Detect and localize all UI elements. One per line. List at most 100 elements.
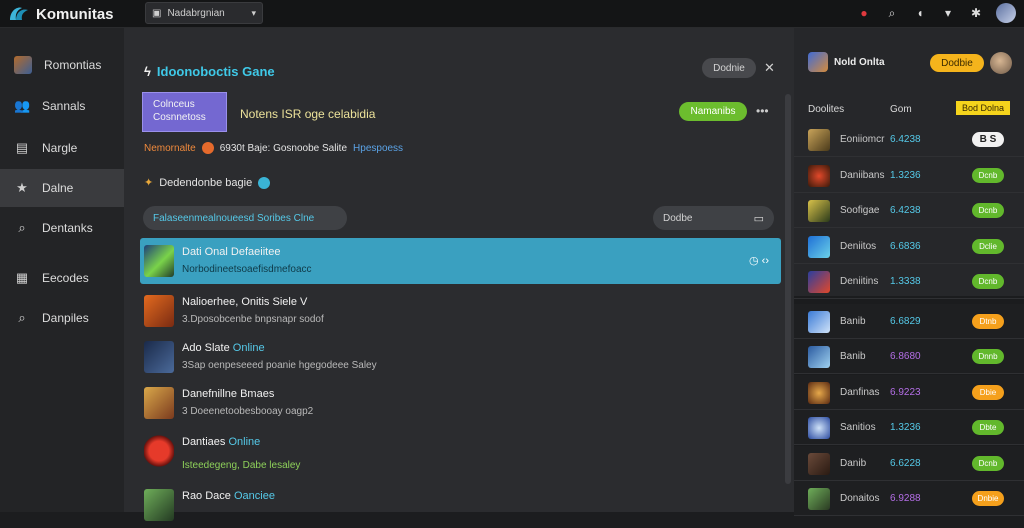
list-item[interactable]: Rao Dace Oanciee [140, 482, 781, 528]
leaderboard-row[interactable]: Soofigae 6.4238 Dcnb [794, 193, 1024, 228]
workspace-select-label: Nadabrgnian [167, 7, 225, 19]
meta-label: Nemornalte [144, 142, 196, 154]
leaderboard-row[interactable]: Donaitos 6.9288 Dnbie [794, 481, 1024, 516]
right-panel: Nold Onlta Dodbie Doolites Gom Bod Dolna… [794, 28, 1024, 516]
leaderboard-row[interactable]: Banib 6.6829 Dtnb [794, 303, 1024, 339]
player-name: Banib [840, 315, 866, 327]
page-title: ϟ Idoonoboctis Gane [144, 64, 275, 79]
highlight-card[interactable]: Colnceus Cosnnetoss [142, 92, 227, 132]
right-panel-title: Nold Onlta [834, 57, 885, 68]
sidebar-item-dentanks[interactable]: ⌕ Dentanks [0, 209, 124, 247]
row-action-button[interactable]: Dcnb [972, 274, 1004, 289]
users-icon: 👥 [14, 98, 31, 113]
dismiss-pill-button[interactable]: Dodnie [702, 58, 756, 78]
list-item-subtitle: 3Sap oenpeseeed poanie hgegodeee Saley [182, 360, 377, 371]
player-name: Donaitos [840, 493, 880, 504]
row-action-button[interactable]: Dbte [972, 420, 1004, 435]
player-score: 1.3236 [890, 422, 921, 433]
scrollbar[interactable] [785, 94, 791, 484]
player-name: Danfinas [840, 386, 880, 398]
leaderboard-row[interactable]: Eoniiomcr 6.4238 B S [794, 122, 1024, 157]
search-icon[interactable]: ⌕ [884, 6, 900, 21]
list-item[interactable]: Nalioerhee, Onitis Siele V 3.Dposobcenbe… [140, 288, 781, 334]
game-thumbnail [144, 387, 174, 419]
app-title: Komunitas [36, 5, 114, 23]
player-score: 6.6829 [890, 315, 921, 327]
chevron-down-icon[interactable]: ▾ [940, 6, 956, 20]
row-action-button[interactable]: Dbie [972, 384, 1004, 400]
workspace-select[interactable]: ▣ Nadabrgnian ▾ [145, 2, 263, 24]
status-icon[interactable]: ◖ [912, 6, 928, 20]
meta-detail: 6930t Baje: Gosnoobe Salite [219, 142, 348, 154]
player-thumbnail [808, 310, 830, 333]
window-icon: ▣ [152, 7, 162, 19]
sidebar-item-romontias[interactable]: Romontias [0, 46, 124, 84]
row-action-button[interactable]: Dcnb [972, 203, 1004, 218]
meta-link[interactable]: Hpespoess [353, 143, 403, 154]
row-action-button[interactable]: B S [972, 132, 1004, 147]
column-header-highlight[interactable]: Bod Dolna [956, 101, 1011, 115]
bolt-icon: ϟ [144, 64, 151, 79]
list-item[interactable]: Dati Onal Defaeiitee Norbodineetsoaefisd… [140, 238, 781, 284]
more-icon[interactable]: ••• [756, 104, 769, 118]
filter-pill[interactable]: Dodbe ▭ [653, 206, 774, 230]
online-status: Oanciee [233, 490, 275, 502]
sidebar-item-sannals[interactable]: 👥 Sannals [0, 87, 124, 125]
player-thumbnail [808, 129, 830, 151]
list-item[interactable]: Danefnillne Bmaes 3 Doeenetoobesbooay oa… [140, 380, 781, 426]
chevron-down-icon: ▾ [251, 7, 256, 18]
game-thumbnail [144, 489, 174, 521]
leaderboard-row[interactable]: Deniitos 6.6836 Dclie [794, 229, 1024, 264]
row-action-button[interactable]: Dcnb [972, 167, 1004, 183]
leaderboard-row[interactable]: Sanitios 1.3236 Dbte [794, 410, 1024, 445]
player-score: 6.4238 [890, 134, 921, 145]
sidebar-item-nargle[interactable]: ▤ Nargle [0, 129, 124, 167]
action-button[interactable]: Namanibs [679, 102, 747, 121]
profile-avatar[interactable] [990, 52, 1012, 74]
player-score: 6.4238 [890, 205, 921, 216]
row-action-button[interactable]: Dclie [972, 238, 1004, 254]
list-item-subtitle: 3.Dposobcenbe bnpsnapr sodof [182, 314, 324, 325]
sidebar: Romontias 👥 Sannals ▤ Nargle ★ Dalne ⌕ D… [0, 28, 124, 512]
avatar-icon [14, 56, 32, 74]
join-button[interactable]: Dodbie [930, 54, 984, 72]
main-panel: ϟ Idoonoboctis Gane Dodnie ✕ Colnceus Co… [124, 28, 794, 521]
sidebar-item-danpiles[interactable]: ⌕ Danpiles [0, 299, 124, 337]
player-name: Deniitos [840, 240, 877, 252]
sidebar-item-eecodes[interactable]: ▦ Eecodes [0, 259, 124, 297]
list-item[interactable]: Dantiaes Online Isteedegeng, Dabe lesale… [140, 428, 781, 474]
player-thumbnail [808, 235, 830, 258]
settings-icon[interactable]: ✱ [968, 6, 984, 20]
close-icon[interactable]: ✕ [764, 60, 775, 76]
player-thumbnail [808, 417, 830, 439]
list-item[interactable]: Ado Slate Online 3Sap oenpeseeed poanie … [140, 334, 781, 380]
row-action-button[interactable]: Dcnb [972, 455, 1004, 471]
group-avatar [808, 52, 828, 72]
list-item-title: Dantiaes Online [182, 436, 261, 448]
player-score: 1.3236 [890, 169, 921, 181]
star-icon: ★ [16, 180, 28, 195]
leaderboard-row[interactable]: Danib 6.6228 Dcnb [794, 445, 1024, 481]
app-logo[interactable]: Komunitas [8, 4, 114, 24]
player-score: 6.9288 [890, 493, 921, 504]
clock-icon[interactable]: ◷ ‹› [749, 254, 769, 267]
book-icon: ▤ [15, 140, 29, 155]
row-action-button[interactable]: Dtnb [972, 313, 1004, 329]
badge-star-icon: ✦ [144, 177, 154, 189]
user-avatar[interactable] [996, 3, 1016, 23]
list-item-title: Rao Dace Oanciee [182, 490, 275, 502]
sidebar-item-dalne[interactable]: ★ Dalne [0, 169, 124, 207]
leaderboard-row[interactable]: Banib 6.8680 Dnnb [794, 339, 1024, 374]
leaderboard-row[interactable]: Deniitins 1.3338 Dcnb [794, 264, 1024, 299]
row-action-button[interactable]: Dnbie [972, 491, 1004, 506]
notification-icon[interactable]: ● [856, 6, 872, 20]
leaderboard-row[interactable]: Danfinas 6.9223 Dbie [794, 374, 1024, 410]
leaderboard-row[interactable]: Daniibans 1.3236 Dcnb [794, 158, 1024, 193]
row-action-button[interactable]: Dnnb [972, 349, 1004, 364]
chat-icon: ▭ [753, 212, 764, 225]
game-thumbnail [144, 435, 174, 467]
search-pill[interactable]: Falaseenmealnoueesd Soribes Clne [143, 206, 347, 230]
player-thumbnail [808, 200, 830, 222]
page-title-text: Idoonoboctis Gane [156, 64, 275, 79]
player-name: Soofigae [840, 205, 880, 216]
